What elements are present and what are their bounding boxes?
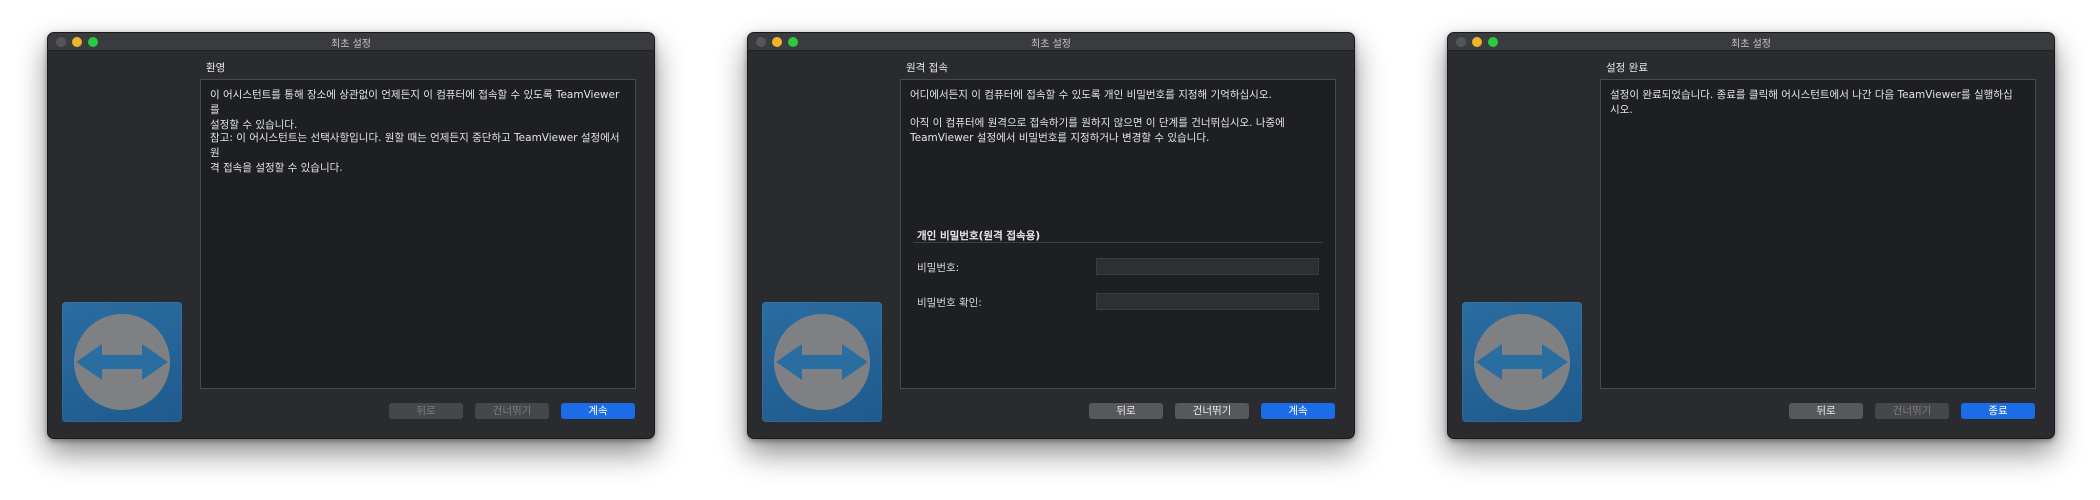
section-divider bbox=[913, 242, 1323, 243]
setup-window-remote-access: 최초 설정 원격 접속 어디에서든지 이 컴퓨터에 접속할 수 있도록 개인 비… bbox=[747, 32, 1355, 439]
title-bar: 최초 설정 bbox=[48, 33, 654, 51]
password-label: 비밀번호: bbox=[917, 262, 960, 274]
back-button[interactable]: 뒤로 bbox=[1789, 403, 1863, 419]
skip-note-text: 아직 이 컴퓨터에 원격으로 접속하기를 원하지 않으면 이 단계를 건너뛰십시… bbox=[910, 117, 1285, 144]
back-button[interactable]: 뒤로 bbox=[389, 403, 463, 419]
confirm-password-field[interactable] bbox=[1096, 293, 1319, 310]
content-panel: 이 어시스턴트를 통해 장소에 상관없이 언제든지 이 컴퓨터에 접속할 수 있… bbox=[200, 79, 636, 389]
teamviewer-logo-icon bbox=[62, 302, 182, 422]
password-section-title: 개인 비밀번호(원격 접속용) bbox=[917, 230, 1041, 242]
note-text: 참고: 이 어시스턴트는 선택사항입니다. 원할 때는 언제든지 중단하고 Te… bbox=[210, 132, 620, 174]
continue-button[interactable]: 계속 bbox=[1261, 403, 1335, 419]
window-title: 최초 설정 bbox=[1031, 39, 1071, 50]
intro-text: 어디에서든지 이 컴퓨터에 접속할 수 있도록 개인 비밀번호를 지정해 기억하… bbox=[910, 89, 1272, 101]
content-panel: 설정이 완료되었습니다. 종료를 클릭해 어시스턴트에서 나간 다음 TeamV… bbox=[1600, 79, 2036, 389]
title-bar: 최초 설정 bbox=[748, 33, 1354, 51]
complete-text: 설정이 완료되었습니다. 종료를 클릭해 어시스턴트에서 나간 다음 TeamV… bbox=[1610, 89, 2013, 116]
password-field[interactable] bbox=[1096, 258, 1319, 275]
page-heading: 환영 bbox=[206, 62, 226, 74]
skip-button[interactable]: 건너뛰기 bbox=[475, 403, 549, 419]
window-title: 최초 설정 bbox=[1731, 39, 1771, 50]
content-panel: 어디에서든지 이 컴퓨터에 접속할 수 있도록 개인 비밀번호를 지정해 기억하… bbox=[900, 79, 1336, 389]
page-heading: 원격 접속 bbox=[906, 62, 948, 74]
setup-window-complete: 최초 설정 설정 완료 설정이 완료되었습니다. 종료를 클릭해 어시스턴트에서… bbox=[1447, 32, 2055, 439]
title-bar: 최초 설정 bbox=[1448, 33, 2054, 51]
finish-button[interactable]: 종료 bbox=[1961, 403, 2035, 419]
intro-text: 이 어시스턴트를 통해 장소에 상관없이 언제든지 이 컴퓨터에 접속할 수 있… bbox=[210, 89, 620, 131]
window-title: 최초 설정 bbox=[331, 39, 371, 50]
skip-button[interactable]: 건너뛰기 bbox=[1175, 403, 1249, 419]
confirm-password-label: 비밀번호 확인: bbox=[917, 297, 982, 309]
continue-button[interactable]: 계속 bbox=[561, 403, 635, 419]
back-button[interactable]: 뒤로 bbox=[1089, 403, 1163, 419]
skip-button[interactable]: 건너뛰기 bbox=[1875, 403, 1949, 419]
page-heading: 설정 완료 bbox=[1606, 62, 1648, 74]
teamviewer-logo-icon bbox=[1462, 302, 1582, 422]
setup-window-welcome: 최초 설정 환영 이 어시스턴트를 통해 장소에 상관없이 언제든지 이 컴퓨터… bbox=[47, 32, 655, 439]
teamviewer-logo-icon bbox=[762, 302, 882, 422]
